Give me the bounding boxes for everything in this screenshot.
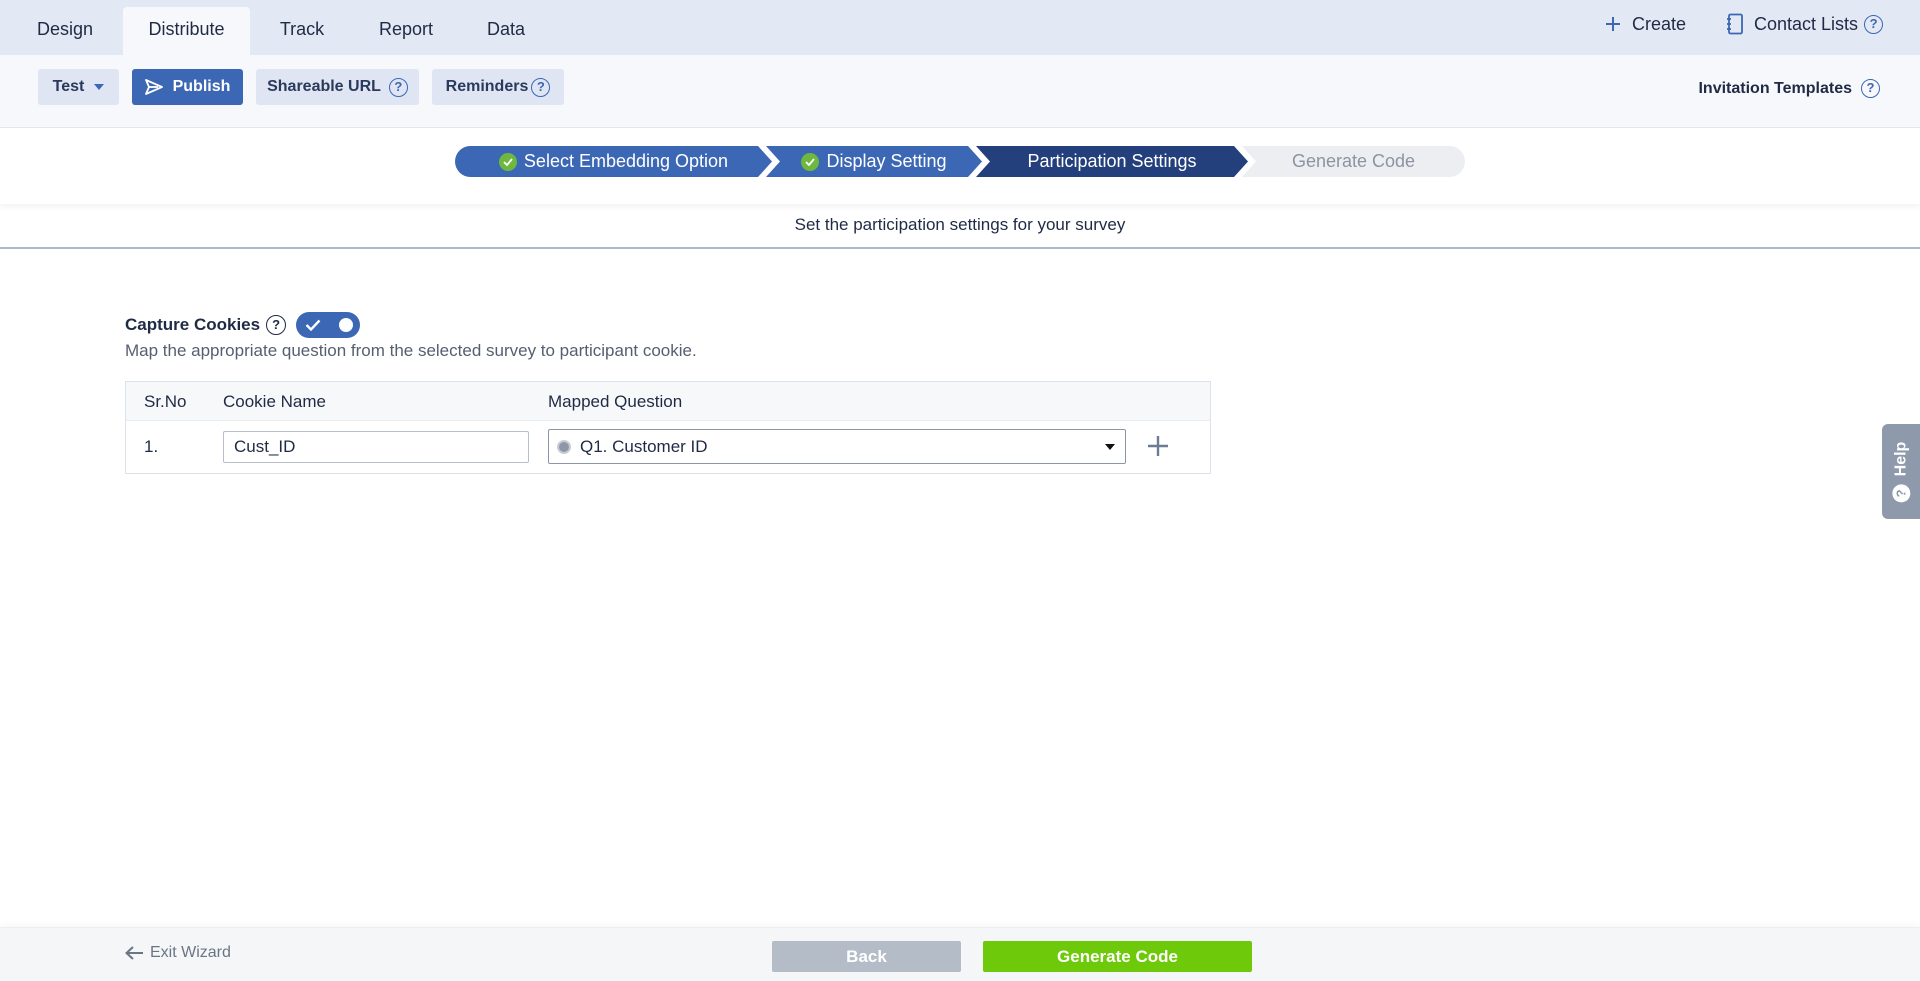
tab-design[interactable]: Design <box>22 7 108 55</box>
capture-cookies-label: Capture Cookies <box>125 315 261 334</box>
header-mapped-question: Mapped Question <box>548 392 683 411</box>
publish-button[interactable]: Publish <box>132 69 243 105</box>
top-nav-bar: Design Distribute Track Report Data Crea… <box>0 0 1920 55</box>
step-label: Generate Code <box>1291 151 1416 171</box>
reminders-button[interactable]: Reminders ? <box>432 69 564 105</box>
step-label: Select Embedding Option <box>523 151 729 171</box>
reminders-label: Reminders <box>445 78 529 95</box>
wizard-stepper: Select Embedding Option Display Setting … <box>455 146 1465 177</box>
toggle-knob <box>339 318 354 332</box>
back-button[interactable]: Back <box>772 941 961 972</box>
question-type-icon <box>557 439 571 454</box>
chevron-down-icon <box>94 84 105 90</box>
wizard-footer: Exit Wizard Back Generate Code <box>0 927 1920 981</box>
question-circle-icon: ? <box>1892 483 1911 502</box>
wizard-stepper-area: Select Embedding Option Display Setting … <box>0 129 1920 204</box>
capture-cookies-description: Map the appropriate question from the se… <box>125 341 697 360</box>
action-toolbar: Test Publish Shareable URL ? Reminders ?… <box>0 55 1920 128</box>
help-label: Help <box>1892 441 1910 476</box>
create-label: Create <box>1632 13 1687 34</box>
page-subtitle: Set the participation settings for your … <box>0 204 1920 249</box>
publish-label: Publish <box>172 78 231 95</box>
plus-icon[interactable] <box>1145 433 1171 459</box>
header-cookie-name: Cookie Name <box>223 392 326 411</box>
question-circle-icon[interactable]: ? <box>266 315 287 335</box>
question-circle-icon[interactable]: ? <box>388 77 408 97</box>
question-circle-icon[interactable]: ? <box>531 77 551 97</box>
notebook-icon <box>1727 13 1743 35</box>
invitation-templates-label: Invitation Templates <box>1698 79 1852 97</box>
help-tab[interactable]: ? Help <box>1882 424 1920 519</box>
row-number: 1. <box>144 437 159 456</box>
generate-code-button[interactable]: Generate Code <box>983 941 1252 972</box>
step-participation-settings[interactable]: Participation Settings <box>976 146 1248 177</box>
tab-track[interactable]: Track <box>262 7 342 55</box>
plus-icon <box>1606 17 1620 31</box>
question-circle-icon[interactable]: ? <box>1864 14 1884 34</box>
contact-lists-label: Contact Lists <box>1754 13 1859 34</box>
check-circle-icon <box>498 152 517 171</box>
step-label: Participation Settings <box>1027 151 1197 171</box>
cookie-name-input[interactable]: Cust_ID <box>223 431 529 463</box>
step-generate-code: Generate Code <box>1242 146 1465 177</box>
invitation-templates-link[interactable]: Invitation Templates ? <box>1698 79 1880 98</box>
contact-lists-button[interactable]: Contact Lists ? <box>1726 0 1884 48</box>
exit-wizard-link[interactable]: Exit Wizard <box>124 944 231 962</box>
test-label: Test <box>52 78 85 95</box>
tab-report[interactable]: Report <box>364 7 448 55</box>
check-icon <box>305 319 321 331</box>
tab-distribute[interactable]: Distribute <box>123 7 250 55</box>
exit-wizard-label: Exit Wizard <box>150 944 231 961</box>
shareable-url-button[interactable]: Shareable URL ? <box>256 69 419 105</box>
question-circle-icon[interactable]: ? <box>1861 79 1880 98</box>
step-select-embedding-option[interactable]: Select Embedding Option <box>455 146 772 177</box>
arrow-left-icon <box>125 946 143 960</box>
check-circle-icon <box>801 152 820 171</box>
create-button[interactable]: Create <box>1604 0 1686 48</box>
header-sr-no: Sr.No <box>144 392 187 411</box>
shareable-url-label: Shareable URL <box>267 78 381 95</box>
mapped-question-value: Q1. Customer ID <box>580 436 708 456</box>
tab-data[interactable]: Data <box>466 7 546 55</box>
caret-down-icon <box>1105 444 1115 450</box>
step-label: Display Setting <box>826 151 947 171</box>
mapped-question-select[interactable]: Q1. Customer ID <box>548 429 1126 464</box>
capture-cookies-toggle[interactable] <box>296 312 361 338</box>
step-display-setting[interactable]: Display Setting <box>766 146 982 177</box>
table-header-row: Sr.No Cookie Name Mapped Question <box>126 382 1210 421</box>
cookie-mapping-table: Sr.No Cookie Name Mapped Question 1. Cus… <box>125 381 1211 474</box>
test-dropdown-button[interactable]: Test <box>38 69 119 105</box>
send-icon <box>144 79 163 95</box>
capture-cookies-row: Capture Cookies ? <box>125 312 361 338</box>
